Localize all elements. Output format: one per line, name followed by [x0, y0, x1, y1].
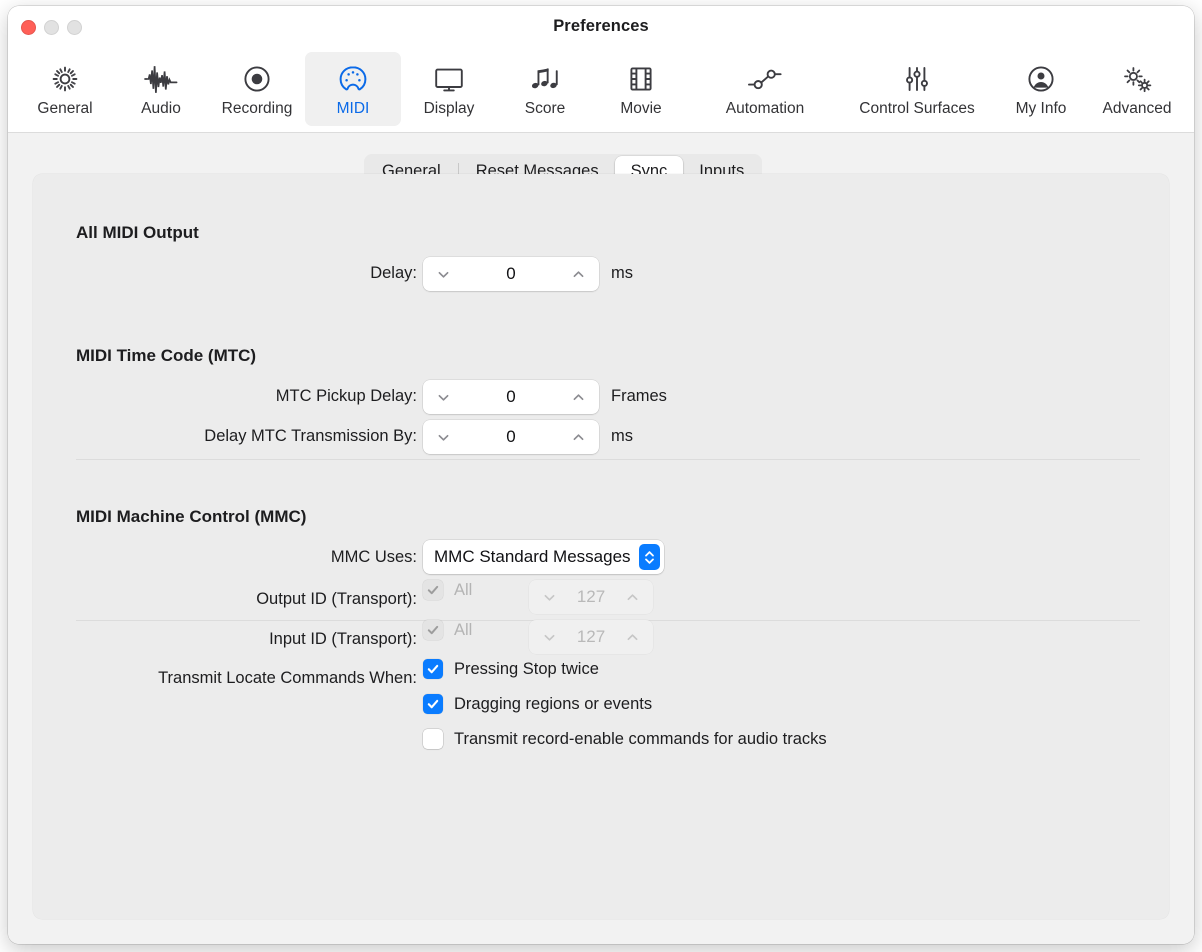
- monitor-icon: [432, 58, 466, 100]
- toolbar-label-control-surfaces: Control Surfaces: [859, 100, 975, 117]
- title-bar: Preferences: [8, 6, 1194, 50]
- output-id-stepper: 127: [529, 580, 653, 614]
- toolbar-label-my-info: My Info: [1015, 100, 1067, 117]
- checkbox-pressing-stop-twice[interactable]: [423, 659, 443, 679]
- divider-1: [76, 459, 1140, 460]
- checkbox-output-id-all[interactable]: [423, 580, 443, 600]
- toolbar-label-movie: Movie: [620, 100, 662, 117]
- label-input-id: Input ID (Transport):: [269, 630, 417, 648]
- toolbar-label-midi: MIDI: [336, 100, 370, 117]
- music-notes-icon: [528, 58, 562, 100]
- toolbar-label-audio: Audio: [141, 100, 181, 117]
- toolbar-item-display[interactable]: Display: [401, 52, 497, 126]
- toolbar-label-recording: Recording: [221, 100, 293, 117]
- toolbar-label-general: General: [37, 100, 93, 117]
- toolbar-item-my-info[interactable]: My Info: [993, 52, 1089, 126]
- label-pressing-stop-twice: Pressing Stop twice: [454, 659, 599, 678]
- sliders-icon: [900, 58, 934, 100]
- checkbox-row-pressing-stop-twice[interactable]: Pressing Stop twice: [423, 659, 599, 679]
- toolbar-item-recording[interactable]: Recording: [209, 52, 305, 126]
- label-transmit-locate-commands: Transmit Locate Commands When:: [158, 669, 417, 687]
- checkbox-row-transmit-record-enable[interactable]: Transmit record-enable commands for audi…: [423, 729, 827, 749]
- chevron-up-icon: [625, 590, 640, 605]
- record-circle-icon: [241, 58, 273, 100]
- checkbox-dragging-regions-or-events[interactable]: [423, 694, 443, 714]
- automation-node-icon: [745, 58, 785, 100]
- toolbar-label-display: Display: [423, 100, 475, 117]
- mtc-transmission-delay-stepper[interactable]: 0: [423, 420, 599, 454]
- toolbar-item-control-surfaces[interactable]: Control Surfaces: [841, 52, 993, 126]
- mtc-pickup-delay-stepper[interactable]: 0: [423, 380, 599, 414]
- checkbox-input-id-all[interactable]: [423, 620, 443, 640]
- unit-delay: ms: [611, 264, 633, 282]
- label-delay-mtc-transmission: Delay MTC Transmission By:: [204, 427, 417, 445]
- unit-mtc-pickup-delay: Frames: [611, 387, 667, 405]
- checkbox-transmit-record-enable[interactable]: [423, 729, 443, 749]
- toolbar-label-advanced: Advanced: [1102, 100, 1172, 117]
- section-title-all-midi-output: All MIDI Output: [76, 223, 199, 242]
- input-id-stepper: 127: [529, 620, 653, 654]
- label-input-id-all: All: [454, 620, 473, 639]
- checkbox-row-dragging-regions[interactable]: Dragging regions or events: [423, 694, 652, 714]
- sync-settings-panel: All MIDI Output Delay: 0 ms MIDI Time Co…: [33, 174, 1169, 919]
- chevron-down-icon: [542, 630, 557, 645]
- chevron-down-icon[interactable]: [436, 267, 451, 282]
- film-strip-icon: [625, 58, 657, 100]
- preferences-window: Preferences General Audio Recording MIDI…: [8, 6, 1194, 944]
- label-output-id-all: All: [454, 580, 473, 599]
- chevron-up-down-icon: [638, 544, 660, 570]
- toolbar-item-score[interactable]: Score: [497, 52, 593, 126]
- chevron-down-icon: [542, 590, 557, 605]
- preferences-toolbar: General Audio Recording MIDI Display Sco…: [8, 50, 1194, 133]
- section-title-mtc: MIDI Time Code (MTC): [76, 346, 257, 365]
- toolbar-item-advanced[interactable]: Advanced: [1089, 52, 1185, 126]
- person-circle-icon: [1025, 58, 1057, 100]
- chevron-up-icon[interactable]: [571, 390, 586, 405]
- chevron-up-icon: [625, 630, 640, 645]
- gears-icon: [1119, 58, 1155, 100]
- toolbar-label-score: Score: [524, 100, 566, 117]
- waveform-icon: [143, 58, 179, 100]
- toolbar-item-movie[interactable]: Movie: [593, 52, 689, 126]
- mmc-uses-value: MMC Standard Messages: [434, 547, 631, 566]
- label-mtc-pickup-delay: MTC Pickup Delay:: [275, 387, 417, 405]
- chevron-up-icon[interactable]: [571, 267, 586, 282]
- input-id-all-checkbox-row[interactable]: All: [423, 620, 472, 640]
- chevron-up-icon[interactable]: [571, 430, 586, 445]
- label-transmit-record-enable: Transmit record-enable commands for audi…: [454, 729, 827, 748]
- unit-mtc-transmission-delay: ms: [611, 427, 633, 445]
- mmc-uses-popup-button[interactable]: MMC Standard Messages: [423, 540, 664, 574]
- window-title: Preferences: [553, 17, 649, 35]
- label-dragging-regions-or-events: Dragging regions or events: [454, 694, 653, 713]
- label-output-id: Output ID (Transport):: [256, 590, 417, 608]
- delay-stepper[interactable]: 0: [423, 257, 599, 291]
- toolbar-item-general[interactable]: General: [17, 52, 113, 126]
- midi-connector-icon: [336, 58, 370, 100]
- gear-icon: [49, 58, 81, 100]
- toolbar-label-automation: Automation: [725, 100, 805, 117]
- toolbar-item-audio[interactable]: Audio: [113, 52, 209, 126]
- label-mmc-uses: MMC Uses:: [330, 548, 417, 566]
- toolbar-item-midi[interactable]: MIDI: [305, 52, 401, 126]
- label-delay: Delay:: [370, 264, 417, 282]
- toolbar-item-automation[interactable]: Automation: [689, 52, 841, 126]
- preferences-body: General Reset Messages Sync Inputs All M…: [8, 133, 1194, 944]
- chevron-down-icon[interactable]: [436, 430, 451, 445]
- section-title-mmc: MIDI Machine Control (MMC): [76, 507, 307, 526]
- chevron-down-icon[interactable]: [436, 390, 451, 405]
- output-id-all-checkbox-row[interactable]: All: [423, 580, 472, 600]
